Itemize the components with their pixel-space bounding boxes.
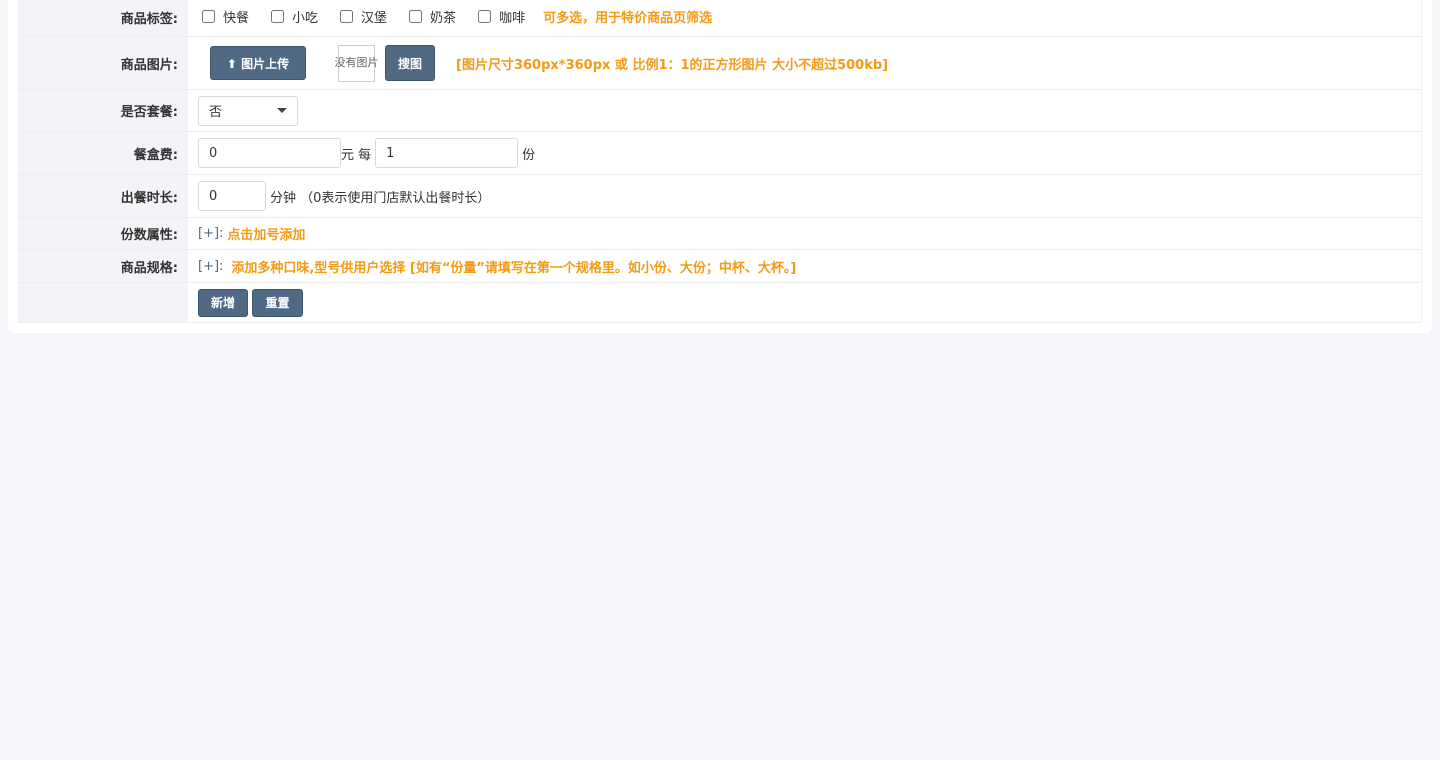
tag-checkbox[interactable] [478, 10, 492, 23]
spec-hint: 添加多种口味,型号供用户选择 [如有“份量”请填写在第一个规格里。如小份、大份；… [231, 260, 797, 276]
image-preview: 没有图片 [335, 44, 379, 82]
boxfee-unit: 元 每 [341, 147, 372, 163]
tag-checkbox[interactable] [340, 10, 354, 23]
search-image-button[interactable]: 搜图 [385, 45, 435, 81]
spec-row: 商品规格: [+]: 添加多种口味,型号供用户选择 [如有“份量”请填写在第一个… [18, 250, 1421, 283]
upload-image-button[interactable]: ⬆ 图片上传 [210, 46, 306, 80]
portion-add-button[interactable]: [+]: [198, 226, 223, 241]
boxfee-input[interactable]: 0 [198, 138, 341, 168]
portion-hint: 点击加号添加 [227, 228, 306, 243]
tag-checkbox[interactable] [202, 10, 215, 23]
spec-label: 商品规格: [18, 250, 188, 282]
image-row: 商品图片: ⬆ 图片上传 没有图片 搜图 [图片尺寸360px*360px 或 … [18, 37, 1421, 90]
actions-label-cell [18, 283, 188, 322]
tags-hint: 可多选，用于特价商品页筛选 [543, 11, 713, 26]
tag-checkbox[interactable] [409, 10, 423, 23]
boxfee-per-unit: 份 [522, 147, 536, 163]
combo-label: 是否套餐: [18, 90, 188, 131]
reset-button[interactable]: 重置 [252, 288, 303, 317]
tag-checkbox-fastfood[interactable]: 快餐 [198, 7, 249, 26]
tag-checkbox-snack[interactable]: 小吃 [267, 7, 318, 26]
image-label: 商品图片: [18, 37, 188, 89]
tag-label: 快餐 [223, 11, 250, 26]
prep-label: 出餐时长: [18, 175, 188, 217]
boxfee-per-input[interactable]: 1 [375, 138, 519, 168]
combo-row: 是否套餐: 否 [18, 90, 1421, 132]
combo-select[interactable]: 否 [198, 95, 298, 126]
tag-label: 咖啡 [499, 11, 526, 26]
actions-row: 新增 重置 [18, 283, 1421, 323]
tag-checkbox-milktea[interactable]: 奶茶 [405, 7, 456, 26]
tags-label: 商品标签: [18, 0, 188, 36]
portion-label: 份数属性: [18, 218, 188, 249]
combo-selected-value: 否 [209, 105, 223, 120]
portion-row: 份数属性: [+]: 点击加号添加 [18, 218, 1421, 250]
prep-row: 出餐时长: 0 分钟 （0表示使用门店默认出餐时长） [18, 175, 1421, 218]
spec-add-button[interactable]: [+]: [198, 259, 223, 274]
add-button[interactable]: 新增 [198, 288, 248, 317]
tag-label: 奶茶 [430, 11, 457, 26]
tag-label: 汉堡 [361, 11, 388, 26]
product-form: 商品标签: 快餐 小吃 汉堡 奶茶 咖啡 可多选，用于特价商品页筛选 商品图片:… [18, 0, 1422, 323]
tag-label: 小吃 [292, 11, 319, 26]
tags-row: 商品标签: 快餐 小吃 汉堡 奶茶 咖啡 可多选，用于特价商品页筛选 [18, 0, 1421, 37]
boxfee-label: 餐盒费: [18, 132, 188, 174]
prep-suffix: 分钟 （0表示使用门店默认出餐时长） [270, 190, 491, 206]
tag-checkbox-burger[interactable]: 汉堡 [336, 7, 387, 26]
tag-checkbox[interactable] [271, 10, 285, 23]
tag-checkbox-coffee[interactable]: 咖啡 [474, 7, 525, 26]
image-hint: [图片尺寸360px*360px 或 比例1：1的正方形图片 大小不超过500k… [456, 57, 889, 73]
chevron-down-icon [277, 108, 287, 113]
boxfee-row: 餐盒费: 0 元 每 1 份 [18, 132, 1421, 175]
prep-time-input[interactable]: 0 [198, 181, 266, 211]
